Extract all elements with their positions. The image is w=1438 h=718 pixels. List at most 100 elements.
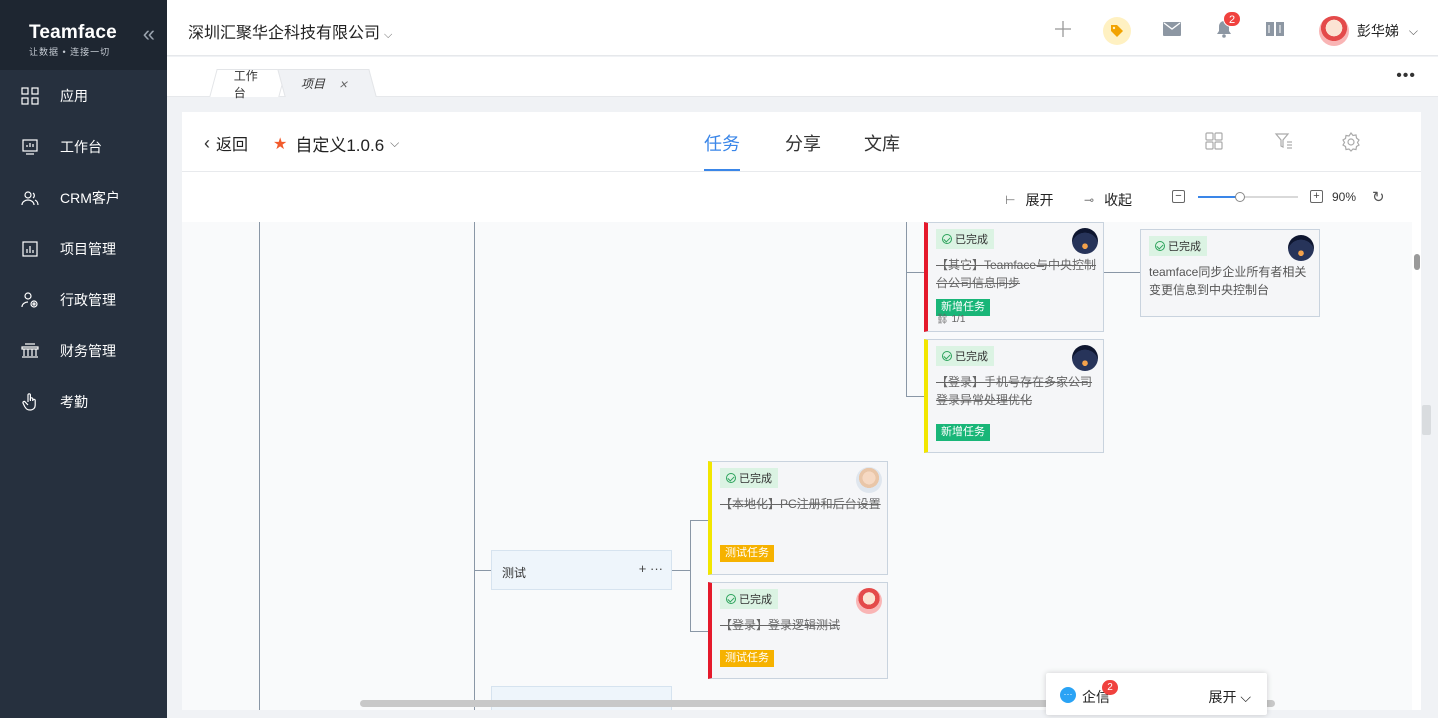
connector-line [672,570,690,571]
sidebar-item-label: 项目管理 [60,240,116,257]
collapse-label: 收起 [1104,192,1133,208]
chevron-down-icon: ⌵ [1408,23,1418,38]
brand-area: Teamface 让数据 • 连接一切 « [0,0,167,70]
status-badge: 已完成 [720,589,778,609]
connector-line [474,570,491,571]
settings-icon[interactable] [1340,131,1362,153]
zoom-slider-fill [1198,196,1241,198]
subtask-icon: ⛓ [936,314,949,325]
status-badge: 已完成 [936,346,994,366]
mindmap-toolbar: ⊢ 展开 ⊸ 收起 − + 90% ↻ [182,173,1421,221]
task-type-tag: 测试任务 [720,545,774,562]
collapse-all-button[interactable]: ⊸ 收起 [1084,190,1132,210]
notification-badge: 2 [1223,11,1241,27]
user-menu[interactable]: 彭华娣 ⌵ [1318,16,1418,46]
tab-tasks[interactable]: 任务 [704,130,740,171]
back-label: 返回 [216,137,249,154]
status-label: 已完成 [739,473,772,485]
zoom-slider[interactable] [1198,192,1298,202]
expand-all-button[interactable]: ⊢ 展开 [1005,190,1053,210]
chevron-down-icon: ⌵ [390,136,400,150]
zoom-value: 90% [1332,190,1357,204]
chat-expand-label: 展开 [1208,689,1237,705]
chat-badge: 2 [1102,680,1118,695]
sidebar-item-projects[interactable]: 项目管理 [0,223,167,274]
project-header: ‹ 返回 ★ 自定义1.0.6 ⌵ 任务 分享 文库 [182,112,1421,172]
tab-label: 工作台 [233,68,258,100]
admin-icon [20,290,40,310]
node-actions[interactable]: + ··· [639,561,663,576]
subtask-count: ⛓ 1/1 [936,314,965,325]
task-card[interactable]: 已完成 【登录】手机号存在多家公司登录异常处理优化 新增任务 [924,339,1104,453]
task-type-tag: 测试任务 [720,650,774,667]
task-title: 【本地化】PC注册和后台设置 [720,497,881,511]
connector-line [906,222,907,396]
tab-workbench[interactable]: 工作台 [209,69,287,100]
tab-project[interactable]: 项目 × [277,69,377,97]
view-grid-icon[interactable] [1204,131,1226,153]
connector-line [474,222,475,710]
task-title: 【登录】手机号存在多家公司登录异常处理优化 [936,375,1093,407]
sidebar-nav: 应用 工作台 CRM客户 项目管理 行政管理 财务管理 考勤 [0,70,167,427]
sidebar-item-apps[interactable]: 应用 [0,70,167,121]
tab-bar: 工作台 项目 × ••• [167,57,1438,100]
more-icon[interactable]: ••• [1396,67,1416,85]
sidebar-item-label: 考勤 [60,393,88,410]
mail-icon[interactable] [1159,16,1185,42]
task-card[interactable]: 已完成 【登录】登录逻辑测试 测试任务 [708,582,888,679]
expand-label: 展开 [1025,192,1054,208]
connector-line [906,396,924,397]
avatar [1318,16,1349,46]
add-icon[interactable] [1050,16,1076,42]
sidebar-item-finance[interactable]: 财务管理 [0,325,167,376]
sidebar-item-workbench[interactable]: 工作台 [0,121,167,172]
chat-expand-button[interactable]: 展开 ⌵ [1208,687,1251,707]
double-chevron-left-icon[interactable]: « [143,23,155,45]
connector-line [690,520,708,521]
project-panel: ‹ 返回 ★ 自定义1.0.6 ⌵ 任务 分享 文库 ⊢ 展开 ⊸ 收起 − +… [182,112,1421,710]
side-drawer-handle[interactable] [1422,405,1431,435]
back-button[interactable]: ‹ 返回 [204,131,248,155]
tag-icon[interactable] [1103,17,1131,45]
chart-icon [20,239,40,259]
chat-widget[interactable]: ··· 企信 2 展开 ⌵ [1046,673,1267,715]
avatar [856,467,882,493]
tab-library[interactable]: 文库 [864,130,900,171]
sidebar: Teamface 让数据 • 连接一切 « 应用 工作台 CRM客户 项目管理 … [0,0,167,718]
sidebar-item-admin[interactable]: 行政管理 [0,274,167,325]
zoom-out-button[interactable]: − [1172,190,1185,203]
company-switcher[interactable]: 深圳汇聚华企科技有限公司 ⌵ [188,19,392,43]
task-card[interactable]: 已完成 【本地化】PC注册和后台设置 测试任务 [708,461,888,575]
task-title: 【其它】Teamface与中央控制台公司信息同步 [936,258,1097,290]
check-circle-icon [726,594,736,604]
mindmap-node[interactable]: 测试 + ··· [491,550,672,590]
book-icon[interactable] [1262,16,1288,42]
expand-icon: ⊢ [1005,193,1016,207]
avatar [1288,235,1314,261]
project-selector[interactable]: ★ 自定义1.0.6 ⌵ [273,131,399,156]
zoom-slider-handle[interactable] [1235,192,1246,202]
users-icon [20,188,40,208]
chevron-down-icon: ⌵ [1240,689,1251,705]
sidebar-item-label: 行政管理 [60,291,116,308]
zoom-in-button[interactable]: + [1310,190,1323,203]
task-card[interactable]: 已完成 【其它】Teamface与中央控制台公司信息同步 新增任务 ⛓ 1/1 [924,222,1104,332]
sidebar-item-attendance[interactable]: 考勤 [0,376,167,427]
mindmap-canvas[interactable]: 已完成 【其它】Teamface与中央控制台公司信息同步 新增任务 ⛓ 1/1 … [182,222,1412,710]
filter-icon[interactable] [1274,131,1296,153]
bell-icon[interactable]: 2 [1211,11,1241,42]
subtask-count-label: 1/1 [951,314,966,325]
check-circle-icon [1155,241,1165,251]
collapse-icon: ⊸ [1084,193,1095,207]
vertical-scrollbar[interactable] [1414,254,1420,270]
tab-share[interactable]: 分享 [785,130,821,171]
company-name: 深圳汇聚华企科技有限公司 [188,25,381,42]
sidebar-item-label: 财务管理 [60,342,116,359]
close-icon[interactable]: × [338,76,350,92]
tab-label: 项目 [300,77,328,91]
task-card[interactable]: 已完成 teamface同步企业所有者相关变更信息到中央控制台 [1140,229,1320,317]
sidebar-item-crm[interactable]: CRM客户 [0,172,167,223]
project-name: 自定义1.0.6 [295,136,385,155]
reset-zoom-icon[interactable]: ↻ [1372,188,1385,206]
star-icon[interactable]: ★ [273,134,287,154]
